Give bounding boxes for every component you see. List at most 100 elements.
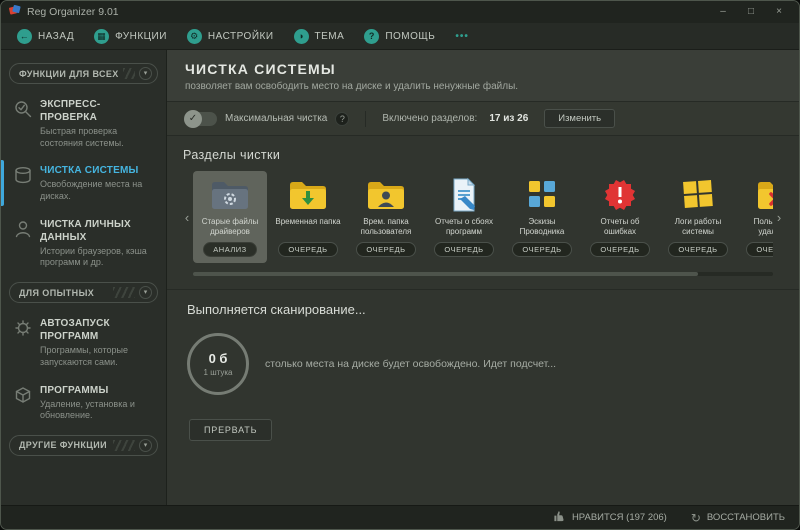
menu-item-theme[interactable]: ◑ ТЕМА	[293, 28, 345, 44]
scan-title: Выполняется сканирование...	[187, 302, 366, 317]
sidebar-item-title: ЭКСПРЕСС-ПРОВЕРКА	[40, 99, 101, 123]
main-content: Разделы чистки ‹ Старые файлы драйверов …	[167, 136, 799, 505]
scroll-left-icon[interactable]: ‹	[183, 210, 191, 225]
scrollbar-thumb[interactable]	[193, 272, 698, 276]
menu-functions-label: ФУНКЦИИ	[115, 30, 167, 42]
gear-icon: ⚙	[186, 28, 202, 44]
scroll-right-icon[interactable]: ›	[775, 210, 783, 225]
titlebar: Reg Organizer 9.01 – □ ×	[1, 1, 799, 23]
chevron-down-icon: ▾	[139, 438, 152, 452]
sidebar-item-system-cleanup[interactable]: ЧИСТКА СИСТЕМЫ Освобождение места на дис…	[1, 157, 158, 210]
gear-spokes-icon	[13, 318, 33, 338]
stripes-decoration	[113, 287, 135, 299]
cleanup-sections-title: Разделы чистки	[183, 148, 281, 162]
close-icon[interactable]: ×	[767, 4, 791, 20]
card-error-reports[interactable]: Отчеты об ошибках ОЧЕРЕДЬ	[583, 171, 657, 263]
menu-back-label: НАЗАД	[38, 30, 75, 42]
card-title: Отчеты о сбоях программ	[435, 217, 493, 236]
section-label: ФУНКЦИИ ДЛЯ ВСЕХ	[19, 68, 119, 79]
help-icon: ?	[364, 28, 380, 44]
main-header: ЧИСТКА СИСТЕМЫ позволяет вам освободить …	[167, 50, 799, 102]
like-button[interactable]: НРАВИТСЯ (197 206)	[553, 510, 667, 526]
window-title: Reg Organizer 9.01	[27, 6, 119, 18]
deleted-files-folder-icon	[756, 177, 773, 213]
maximize-icon[interactable]: □	[739, 4, 763, 20]
app-logo-icon	[9, 3, 21, 21]
sidebar-section-advanced[interactable]: ДЛЯ ОПЫТНЫХ ▾	[9, 282, 158, 304]
menu-item-settings[interactable]: ⚙ НАСТРОЙКИ	[186, 28, 274, 44]
like-label: НРАВИТСЯ (197 206)	[571, 512, 667, 523]
check-icon: ✓	[184, 109, 202, 128]
stripes-decoration	[122, 68, 135, 79]
theme-icon: ◑	[293, 28, 309, 44]
card-title: Отчеты об ошибках	[600, 217, 640, 236]
max-clean-toggle[interactable]: ✓	[184, 109, 217, 128]
disk-cleanup-icon	[13, 165, 33, 185]
box-icon	[13, 385, 33, 405]
sidebar-item-title: ПРОГРАММЫ	[40, 384, 109, 396]
card-explorer-thumbnails[interactable]: Эскизы Проводника ОЧЕРЕДЬ	[505, 171, 579, 263]
card-title: Эскизы Проводника	[519, 217, 565, 236]
card-title: Старые файлы драйверов	[201, 217, 259, 236]
card-user-temp-folder[interactable]: Врем. папка пользователя ОЧЕРЕДЬ	[349, 171, 423, 263]
status-badge: ОЧЕРЕДЬ	[434, 242, 494, 257]
items-count-value: 1 штука	[203, 368, 233, 377]
minimize-icon[interactable]: –	[711, 4, 735, 20]
driver-files-icon	[210, 177, 250, 213]
sidebar-item-programs[interactable]: ПРОГРАММЫ Удаление, установка и обновлен…	[9, 377, 158, 430]
crash-reports-icon	[444, 177, 484, 213]
card-crash-reports[interactable]: Отчеты о сбоях программ ОЧЕРЕДЬ	[427, 171, 501, 263]
cards-row: Старые файлы драйверов АНАЛИЗ Временная …	[193, 171, 773, 263]
thumbnails-icon	[522, 177, 562, 213]
freed-space-value: 0 б	[208, 351, 228, 366]
toggle-row: ✓ Максимальная чистка ? Включено раздело…	[167, 102, 799, 136]
status-badge: АНАЛИЗ	[203, 242, 257, 257]
menu-item-back[interactable]: ← НАЗАД	[17, 28, 75, 44]
restore-button[interactable]: ↻ ВОССТАНОВИТЬ	[691, 511, 785, 525]
change-button[interactable]: Изменить	[544, 109, 616, 128]
card-system-logs[interactable]: Логи работы системы ОЧЕРЕДЬ	[661, 171, 735, 263]
sidebar: ФУНКЦИИ ДЛЯ ВСЕХ ▾ ЭКСПРЕСС-ПРОВЕРКА Быс…	[1, 50, 167, 505]
card-title: Польз. фай. удаления	[753, 217, 773, 236]
restore-label: ВОССТАНОВИТЬ	[706, 512, 785, 523]
sidebar-item-desc: Освобождение места на дисках.	[40, 179, 143, 202]
card-temp-folder[interactable]: Временная папка ОЧЕРЕДЬ	[271, 171, 345, 263]
menu-item-more[interactable]: •••	[455, 31, 469, 42]
help-badge[interactable]: ?	[335, 111, 350, 126]
page-title: ЧИСТКА СИСТЕМЫ	[185, 61, 336, 77]
sidebar-item-autostart[interactable]: АВТОЗАПУСК ПРОГРАММ Программы, которые з…	[9, 310, 158, 376]
menu-help-label: ПОМОЩЬ	[385, 30, 436, 42]
card-user-deleted-files[interactable]: Польз. фай. удаления ОЧЕРЕДЬ	[739, 171, 773, 263]
back-arrow-icon: ←	[17, 28, 32, 44]
window-controls: – □ ×	[711, 4, 791, 20]
section-label: ДРУГИЕ ФУНКЦИИ	[19, 440, 108, 451]
sidebar-item-private-data-cleanup[interactable]: ЧИСТКА ЛИЧНЫХ ДАННЫХ Истории браузеров, …	[9, 211, 158, 277]
sidebar-item-desc: Быстрая проверка состояния системы.	[40, 126, 124, 148]
user-temp-folder-icon	[366, 177, 406, 213]
menu-theme-label: ТЕМА	[314, 30, 345, 42]
magnifier-check-icon	[13, 99, 33, 119]
cards-scrollbar[interactable]	[193, 272, 773, 276]
card-title: Временная папка	[275, 217, 341, 226]
thumbs-up-icon	[553, 510, 566, 526]
sidebar-section-functions-for-all[interactable]: ФУНКЦИИ ДЛЯ ВСЕХ ▾	[9, 63, 158, 84]
menu-settings-label: НАСТРОЙКИ	[207, 30, 274, 42]
sidebar-item-desc: Программы, которые запускаются сами.	[40, 345, 128, 367]
system-logs-icon	[678, 177, 718, 213]
section-label: ДЛЯ ОПЫТНЫХ	[19, 287, 95, 298]
status-badge: ОЧЕРЕДЬ	[746, 242, 773, 257]
card-title: Логи работы системы	[674, 217, 722, 236]
max-clean-label: Максимальная чистка	[225, 113, 328, 124]
temp-folder-icon	[288, 177, 328, 213]
scan-section: Выполняется сканирование... 0 б 1 штука …	[167, 289, 799, 441]
menu-item-help[interactable]: ? ПОМОЩЬ	[364, 28, 436, 44]
sidebar-item-title: ЧИСТКА СИСТЕМЫ	[40, 165, 139, 177]
sidebar-item-express-check[interactable]: ЭКСПРЕСС-ПРОВЕРКА Быстрая проверка состо…	[9, 91, 158, 157]
menu-item-functions[interactable]: ▦ ФУНКЦИИ	[94, 28, 167, 44]
status-badge: ОЧЕРЕДЬ	[590, 242, 650, 257]
scan-row: 0 б 1 штука столько места на диске будет…	[187, 333, 779, 395]
card-old-driver-files[interactable]: Старые файлы драйверов АНАЛИЗ	[193, 171, 267, 263]
abort-button[interactable]: ПРЕРВАТЬ	[189, 419, 273, 441]
app-window: Reg Organizer 9.01 – □ × ← НАЗАД ▦ ФУНКЦ…	[0, 0, 800, 530]
sidebar-section-other[interactable]: ДРУГИЕ ФУНКЦИИ ▾	[9, 434, 158, 456]
